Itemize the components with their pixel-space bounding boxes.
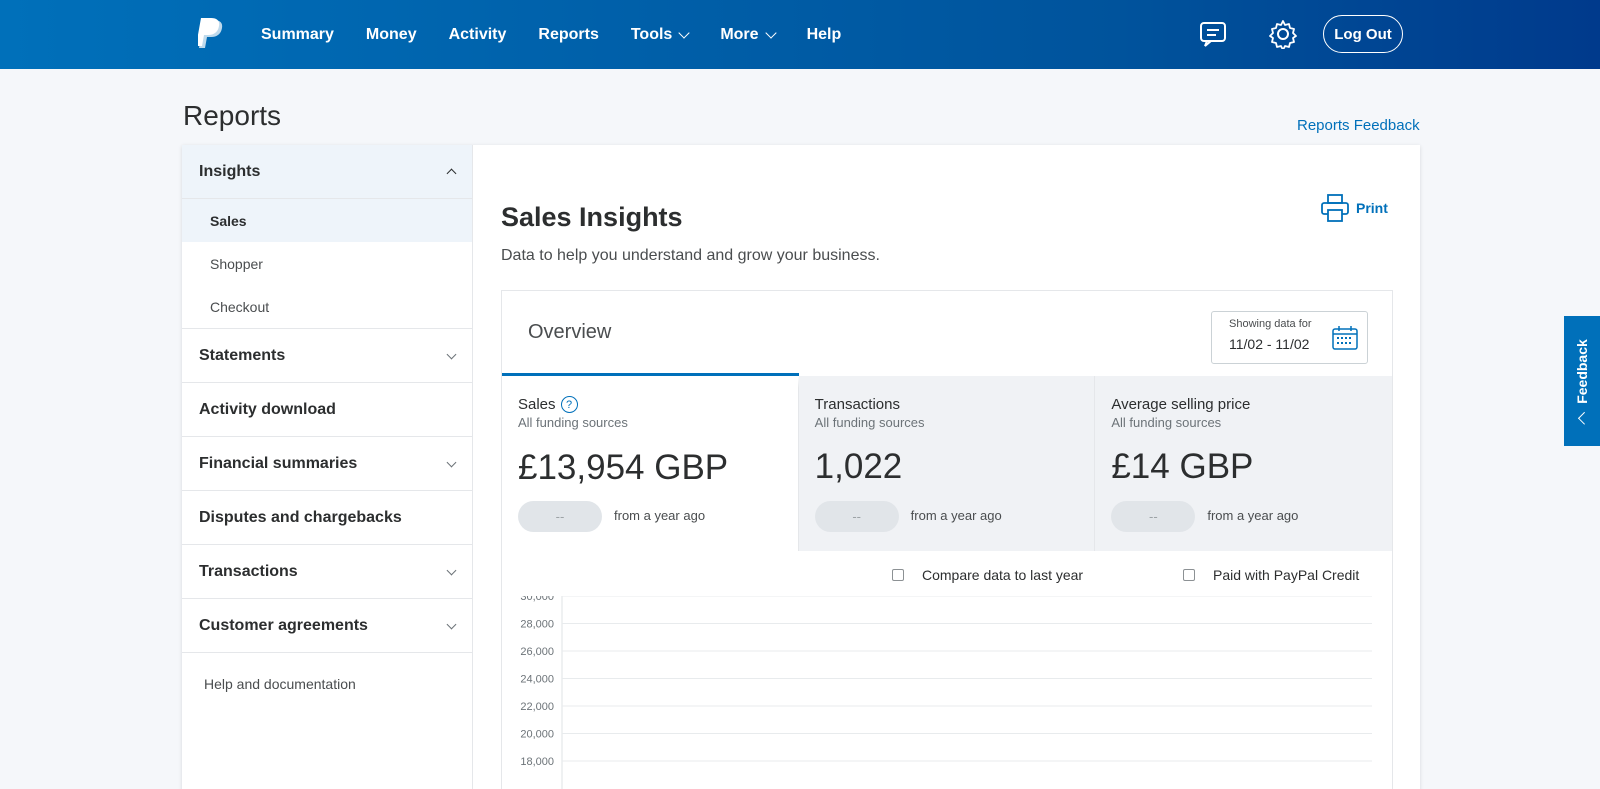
sidebar-section-activity-download[interactable]: Activity download	[182, 383, 472, 437]
checkbox-box[interactable]	[1183, 569, 1195, 581]
chevron-down-icon	[446, 619, 457, 630]
calendar-icon	[1332, 326, 1358, 350]
sidebar-section-label: Disputes and chargebacks	[199, 508, 402, 526]
chart-y-tick-label: 22,000	[520, 701, 554, 713]
print-label: Print	[1356, 200, 1388, 216]
metric-value: £14 GBP	[1111, 447, 1254, 486]
sidebar-section-label: Activity download	[199, 400, 336, 418]
metric-compare-text: from a year ago	[614, 508, 706, 523]
sales-insights-title: Sales Insights	[501, 202, 683, 232]
nav-more[interactable]: More	[704, 26, 790, 44]
sidebar-section-transactions[interactable]: Transactions	[182, 545, 472, 599]
sales-chart: 30,000 28,000 26,000 24,000 22,000 20,000 18,0…	[520, 596, 1372, 789]
reports-feedback-link[interactable]: Reports Feedback	[1297, 117, 1420, 134]
metric-compare-text: from a year ago	[1207, 508, 1299, 523]
metric-compare-text: from a year ago	[910, 508, 1002, 523]
checkbox-label: Paid with PayPal Credit	[1213, 567, 1360, 583]
nav-summary[interactable]: Summary	[245, 26, 350, 44]
chart-y-tick-label: 24,000	[520, 674, 554, 686]
chevron-up-icon	[446, 168, 457, 179]
sidebar-section-label: Insights	[199, 162, 261, 180]
sidebar-section-financial-summaries[interactable]: Financial summaries	[182, 437, 472, 491]
sidebar-item-sales[interactable]: Sales	[182, 199, 472, 242]
metric-value: £13,954 GBP	[518, 448, 729, 487]
chevron-down-icon	[764, 26, 777, 39]
metric-change-badge: --	[1111, 501, 1196, 532]
metric-source: All funding sources	[1111, 415, 1222, 430]
chart-y-tick-label: 18,000	[520, 756, 554, 768]
compare-last-year-checkbox[interactable]: Compare data to last year	[892, 567, 1083, 583]
sidebar-section-insights[interactable]: Insights	[182, 145, 472, 199]
metric-sales[interactable]: Sales? All funding sources £13,954 GBP -…	[502, 376, 799, 551]
reports-sidebar: Insights Sales Shopper Checkout Statemen…	[182, 145, 473, 789]
nav-reports[interactable]: Reports	[522, 26, 614, 44]
tab-overview[interactable]: Overview	[502, 291, 799, 376]
metric-source: All funding sources	[518, 415, 628, 430]
sidebar-section-customer-agreements[interactable]: Customer agreements	[182, 599, 472, 653]
metric-source: All funding sources	[814, 415, 925, 430]
checkbox-label: Compare data to last year	[922, 567, 1084, 583]
page-title: Reports	[183, 100, 282, 131]
metric-name: Sales	[518, 396, 556, 413]
feedback-tab-label: Feedback	[1574, 339, 1590, 404]
reports-card: Insights Sales Shopper Checkout Statemen…	[182, 145, 1420, 789]
overview-panel: Overview Showing data for 11/02 - 11/02 …	[501, 290, 1393, 789]
nav-money[interactable]: Money	[350, 26, 433, 44]
sidebar-section-label: Financial summaries	[199, 454, 358, 472]
nav-tools[interactable]: Tools	[615, 26, 704, 44]
chart-y-tick-label: 26,000	[520, 646, 554, 658]
nav-more-label: More	[720, 25, 759, 43]
message-center-icon[interactable]	[1199, 20, 1229, 48]
chevron-down-icon	[678, 26, 690, 39]
chevron-down-icon	[446, 565, 457, 576]
metric-value: 1,022	[814, 447, 903, 486]
chart-y-tick-label: 20,000	[520, 729, 554, 741]
sidebar-section-label: Customer agreements	[199, 616, 368, 634]
print-button[interactable]: Print	[1320, 193, 1388, 223]
help-documentation-link[interactable]: Help and documentation	[182, 653, 472, 715]
sidebar-section-disputes[interactable]: Disputes and chargebacks	[182, 491, 472, 545]
sidebar-group-insights: Insights Sales Shopper Checkout	[182, 145, 472, 329]
date-range-label: Showing data for	[1229, 318, 1312, 330]
sales-insights-subtitle: Data to help you understand and grow you…	[501, 247, 880, 264]
metrics-row: Sales? All funding sources £13,954 GBP -…	[502, 376, 1393, 551]
chevron-down-icon	[446, 457, 457, 468]
top-navigation: Summary Money Activity Reports Tools Mor…	[0, 0, 1600, 69]
chart-y-tick-label: 30,000	[520, 596, 554, 603]
paypal-logo[interactable]	[198, 18, 226, 50]
printer-icon	[1321, 194, 1349, 222]
chart-options: Compare data to last year Paid with PayP…	[502, 567, 1392, 591]
chart-y-tick-label: 28,000	[520, 619, 554, 631]
metric-name: Average selling price	[1111, 396, 1251, 413]
checkbox-box[interactable]	[892, 569, 904, 581]
chevron-down-icon	[446, 349, 457, 360]
logout-button[interactable]: Log Out	[1323, 15, 1403, 53]
metric-average-selling-price[interactable]: Average selling price All funding source…	[1095, 376, 1393, 551]
help-question-icon[interactable]: ?	[560, 396, 578, 413]
settings-gear-icon[interactable]	[1268, 19, 1298, 49]
metric-transactions[interactable]: Transactions All funding sources 1,022 -…	[798, 376, 1096, 551]
nav-help[interactable]: Help	[791, 26, 858, 44]
chevron-left-icon	[1577, 411, 1591, 425]
nav-tools-label: Tools	[630, 25, 673, 43]
sidebar-item-shopper[interactable]: Shopper	[182, 242, 472, 285]
paypal-credit-checkbox[interactable]: Paid with PayPal Credit	[1183, 567, 1359, 583]
date-range-picker[interactable]: Showing data for 11/02 - 11/02	[1211, 311, 1368, 364]
sidebar-section-label: Statements	[199, 346, 286, 364]
metric-change-badge: --	[518, 501, 602, 532]
date-range-value: 11/02 - 11/02	[1229, 336, 1310, 352]
nav-activity[interactable]: Activity	[433, 26, 523, 44]
metric-name: Transactions	[814, 396, 900, 413]
metric-change-badge: --	[814, 501, 899, 532]
sidebar-section-label: Transactions	[199, 562, 298, 580]
sidebar-item-checkout[interactable]: Checkout	[182, 285, 472, 328]
feedback-tab[interactable]: Feedback	[1564, 316, 1600, 446]
sidebar-section-statements[interactable]: Statements	[182, 329, 472, 383]
